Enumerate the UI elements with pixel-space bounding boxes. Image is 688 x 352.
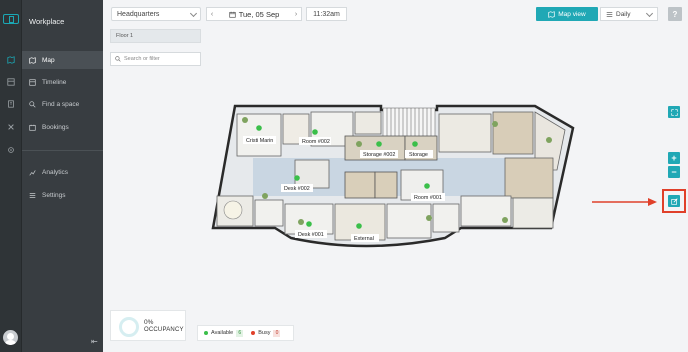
date-picker: ‹ Tue, 05 Sep › <box>206 7 302 21</box>
floor-plan[interactable]: Cristi Marin Room #002 Storage #002 Stor… <box>205 100 593 250</box>
room-block <box>438 113 492 153</box>
calendar-icon <box>229 11 236 18</box>
room-block <box>294 159 330 189</box>
bookings-icon <box>29 124 36 131</box>
collapse-nav-icon[interactable]: ⇤ <box>91 337 98 346</box>
nav-item-label: Timeline <box>42 78 67 86</box>
room-label-desk-002[interactable]: Desk #002 <box>284 186 310 192</box>
room-label-room-002[interactable]: Room #002 <box>302 139 330 145</box>
rail-building-icon[interactable] <box>0 97 22 111</box>
map-icon <box>29 56 36 64</box>
fit-to-screen-button[interactable] <box>668 106 680 118</box>
nav-item-label: Find a space <box>42 100 80 108</box>
nav-item-bookings[interactable]: Bookings <box>22 118 103 136</box>
nav-item-label: Map <box>42 56 55 64</box>
expand-icon <box>670 108 678 116</box>
occupancy-label: OCCUPANCY <box>144 327 184 333</box>
chevron-down-icon <box>645 9 654 18</box>
search-input[interactable] <box>124 56 199 62</box>
room-block <box>512 197 554 229</box>
floor-label: Floor 1 <box>116 33 134 39</box>
map-view-label: Map view <box>558 10 586 18</box>
location-select[interactable]: Headquarters <box>111 7 201 21</box>
time-select[interactable]: 11:32am <box>306 7 347 21</box>
list-icon <box>606 11 613 17</box>
legend-busy-label: Busy <box>258 330 271 336</box>
rail-tools-icon[interactable] <box>0 120 22 134</box>
legend-available-count: 6 <box>236 329 244 337</box>
nav-item-analytics[interactable]: Analytics <box>22 163 103 181</box>
occupancy-card: 0% OCCUPANCY <box>110 310 186 341</box>
legend-available-label: Available <box>211 330 234 336</box>
room-label-storage-002[interactable]: Storage #002 <box>363 152 395 158</box>
app-title: Workplace <box>29 17 65 26</box>
map-view-button[interactable]: Map view <box>536 7 598 21</box>
rail-settings-icon[interactable] <box>0 143 22 157</box>
floor-select[interactable]: Floor 1 <box>110 29 201 43</box>
search-icon <box>29 100 36 108</box>
room-label-cristi-marin[interactable]: Cristi Marin <box>246 138 273 144</box>
occupancy-ring <box>119 317 139 337</box>
room-label-external[interactable]: External <box>354 236 374 242</box>
annotation-arrow-icon <box>592 198 657 206</box>
analytics-icon <box>29 169 36 176</box>
room-block <box>432 203 460 233</box>
date-value: Tue, 05 Sep <box>238 9 280 19</box>
room-block <box>492 111 534 155</box>
nav-divider <box>22 150 103 151</box>
occupancy-percent: 0% <box>144 319 154 326</box>
location-value: Headquarters <box>117 10 160 18</box>
nav-item-label: Analytics <box>42 168 69 176</box>
main-nav: Workplace Map Timeline Find a space Book… <box>22 0 103 352</box>
room-block <box>386 203 432 239</box>
status-legend: Available 6 Busy 0 <box>197 325 294 341</box>
nav-item-settings[interactable]: Settings <box>22 186 103 204</box>
app-logo-icon[interactable] <box>3 14 19 24</box>
zoom-in-button[interactable]: + <box>668 152 680 164</box>
top-toolbar: Headquarters ‹ Tue, 05 Sep › 11:32am Map… <box>103 0 688 28</box>
room-label-storage[interactable]: Storage <box>409 152 428 158</box>
date-display[interactable]: Tue, 05 Sep <box>217 10 291 19</box>
user-avatar[interactable] <box>3 330 18 345</box>
rail-map-icon[interactable] <box>0 53 22 67</box>
edit-button-highlight <box>662 189 686 213</box>
nav-item-map[interactable]: Map <box>22 51 103 69</box>
timeline-icon <box>29 78 36 86</box>
available-dot-icon <box>204 331 208 335</box>
next-date-button[interactable]: › <box>291 8 301 20</box>
help-button[interactable]: ? <box>668 7 682 21</box>
room-label-room-001[interactable]: Room #001 <box>414 195 442 201</box>
room-block <box>284 203 334 235</box>
chevron-down-icon <box>189 9 198 18</box>
prev-date-button[interactable]: ‹ <box>207 8 217 20</box>
time-value: 11:32am <box>313 10 340 18</box>
search-icon <box>115 56 121 62</box>
map-icon <box>548 10 555 18</box>
settings-icon <box>29 192 36 198</box>
nav-item-timeline[interactable]: Timeline <box>22 73 103 91</box>
rail-timeline-icon[interactable] <box>0 75 22 89</box>
period-select[interactable]: Daily <box>600 7 658 21</box>
zoom-out-button[interactable]: − <box>668 166 680 178</box>
nav-item-label: Bookings <box>42 123 69 131</box>
room-block <box>354 111 382 135</box>
round-table <box>223 200 243 220</box>
legend-busy-count: 0 <box>273 329 281 337</box>
room-block <box>254 199 284 227</box>
search-box <box>110 52 201 66</box>
room-block <box>504 157 554 199</box>
stairs <box>382 107 436 139</box>
period-value: Daily <box>616 10 631 18</box>
nav-item-find-a-space[interactable]: Find a space <box>22 95 103 113</box>
room-label-desk-001[interactable]: Desk #001 <box>298 232 324 238</box>
busy-dot-icon <box>251 331 256 335</box>
icon-rail <box>0 0 22 352</box>
nav-item-label: Settings <box>42 191 66 199</box>
room-block <box>344 171 376 199</box>
room-block <box>374 171 398 199</box>
